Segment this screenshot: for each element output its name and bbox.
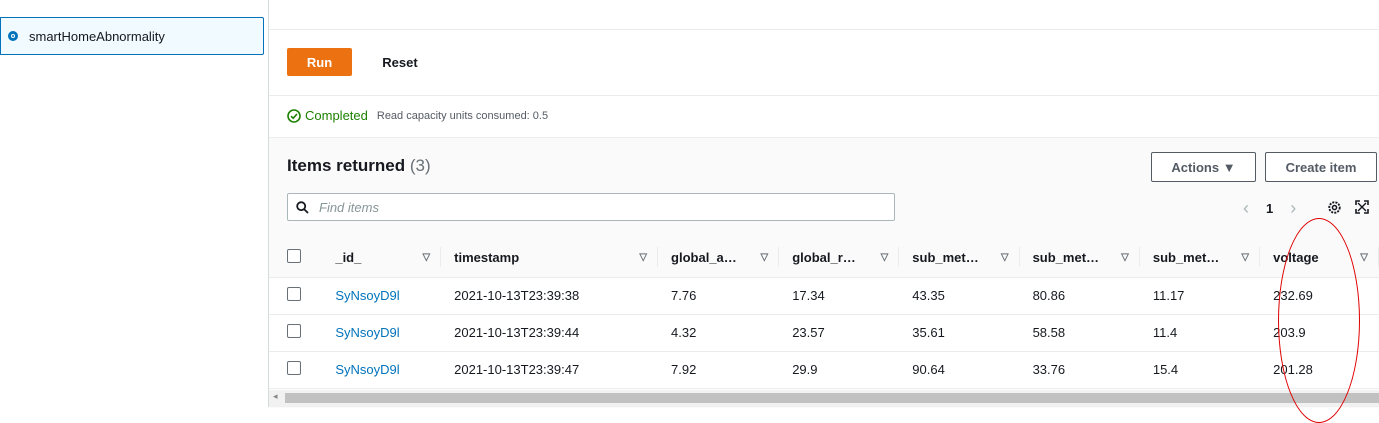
global-r-cell: 17.34: [779, 277, 900, 315]
global-a-cell: 7.76: [658, 277, 780, 315]
id-cell: SyNsoyD9l: [322, 351, 442, 389]
chevron-left-icon[interactable]: ‹: [1238, 198, 1254, 219]
item-id-link[interactable]: SyNsoyD9l: [335, 325, 399, 340]
pagination: ‹ 1 ›: [1238, 198, 1301, 219]
sort-caret-icon[interactable]: ▽: [1360, 252, 1368, 263]
sort-caret-icon[interactable]: ▽: [1241, 252, 1249, 263]
expand-icon[interactable]: [1355, 200, 1369, 214]
voltage-cell: 203.9: [1260, 314, 1379, 352]
sub-met-3-cell: 15.4: [1139, 351, 1261, 389]
status-indicator: Completed Read capacity units consumed: …: [287, 108, 548, 123]
sub-met-1-cell: 35.61: [899, 314, 1020, 352]
column-header-label: timestamp: [454, 249, 520, 265]
sort-caret-icon[interactable]: ▽: [1121, 252, 1129, 263]
sub-met-2-cell: 33.76: [1019, 351, 1140, 389]
horizontal-scrollbar[interactable]: ◂: [269, 390, 1379, 407]
column-header-id[interactable]: _id_ ▽: [322, 238, 442, 278]
run-button[interactable]: Run: [287, 48, 352, 76]
column-header-label: sub_met…: [1032, 249, 1100, 265]
sub-met-2-cell: 80.86: [1019, 277, 1140, 315]
sort-caret-icon[interactable]: ▽: [881, 252, 889, 263]
actions-button[interactable]: Actions ▼: [1151, 152, 1256, 182]
global-r-cell: 23.57: [779, 314, 900, 352]
page-number[interactable]: 1: [1266, 201, 1273, 216]
voltage-cell: 232.69: [1260, 277, 1379, 315]
sort-caret-icon[interactable]: ▽: [761, 252, 769, 263]
search-input[interactable]: [317, 198, 881, 216]
search-icon: [296, 200, 309, 214]
sub-met-3-cell: 11.4: [1139, 314, 1261, 352]
column-header-sub-met-1[interactable]: sub_met… ▽: [899, 238, 1020, 278]
table-row[interactable]: SyNsoyD9l 2021-10-13T23:39:38 7.76 17.34…: [269, 277, 1379, 315]
search-box: [287, 193, 895, 221]
scroll-left-icon[interactable]: ◂: [273, 391, 278, 402]
row-checkbox[interactable]: [287, 287, 301, 301]
select-all-checkbox[interactable]: [287, 248, 301, 263]
column-header-label: _id_: [335, 249, 362, 265]
row-select-cell: [269, 277, 323, 315]
sub-met-1-cell: 90.64: [899, 351, 1020, 389]
divider: [269, 29, 1379, 30]
items-title-text: Items returned: [287, 156, 406, 175]
table-list-panel: smartHomeAbnormality: [0, 0, 268, 407]
column-header-voltage[interactable]: voltage ▽: [1260, 238, 1379, 278]
global-a-cell: 4.32: [658, 314, 780, 352]
reset-button[interactable]: Reset: [370, 48, 430, 76]
sort-caret-icon[interactable]: ▽: [422, 252, 430, 263]
select-all-cell: [269, 238, 323, 278]
column-header-global-r[interactable]: global_r… ▽: [779, 238, 900, 278]
column-header-label: sub_met…: [1152, 249, 1220, 265]
voltage-cell: 201.28: [1260, 351, 1379, 389]
create-item-button[interactable]: Create item: [1265, 152, 1377, 182]
radio-selected-icon[interactable]: [8, 31, 18, 41]
sort-caret-icon[interactable]: ▽: [1001, 252, 1009, 263]
timestamp-cell: 2021-10-13T23:39:44: [441, 314, 659, 352]
items-table: _id_ ▽ timestamp ▽ global_a… ▽ global_r… ▽ s…: [269, 238, 1379, 390]
row-select-cell: [269, 314, 323, 352]
sort-caret-icon[interactable]: ▽: [639, 252, 647, 263]
sub-met-3-cell: 11.17: [1139, 277, 1261, 315]
status-label: Completed: [305, 108, 368, 123]
global-r-cell: 29.9: [779, 351, 900, 389]
column-header-timestamp[interactable]: timestamp ▽: [441, 238, 659, 278]
item-id-link[interactable]: SyNsoyD9l: [335, 288, 399, 303]
divider: [269, 95, 1379, 96]
status-detail: Read capacity units consumed: 0.5: [376, 109, 549, 122]
row-select-cell: [269, 351, 323, 389]
id-cell: SyNsoyD9l: [322, 314, 442, 352]
settings-icon[interactable]: [1327, 200, 1342, 215]
global-a-cell: 7.92: [658, 351, 780, 389]
timestamp-cell: 2021-10-13T23:39:47: [441, 351, 659, 389]
table-row[interactable]: SyNsoyD9l 2021-10-13T23:39:44 4.32 23.57…: [269, 314, 1379, 352]
column-header-sub-met-3[interactable]: sub_met… ▽: [1139, 238, 1261, 278]
table-option-label: smartHomeAbnormality: [29, 28, 165, 44]
column-header-label: voltage: [1273, 249, 1319, 265]
chevron-right-icon[interactable]: ›: [1285, 198, 1301, 219]
column-header-global-a[interactable]: global_a… ▽: [658, 238, 780, 278]
column-header-sub-met-2[interactable]: sub_met… ▽: [1019, 238, 1140, 278]
table-option-smarthomeabnormality[interactable]: smartHomeAbnormality: [0, 17, 264, 55]
row-checkbox[interactable]: [287, 324, 301, 338]
items-title: Items returned (3): [287, 156, 431, 176]
column-header-label: global_a…: [671, 249, 737, 265]
items-count: (3): [409, 156, 431, 175]
column-header-label: sub_met…: [912, 249, 979, 265]
sub-met-1-cell: 43.35: [899, 277, 1020, 315]
timestamp-cell: 2021-10-13T23:39:38: [441, 277, 659, 315]
item-id-link[interactable]: SyNsoyD9l: [335, 362, 399, 377]
check-circle-icon: [287, 108, 301, 123]
table-header-row: _id_ ▽ timestamp ▽ global_a… ▽ global_r… ▽ s…: [269, 238, 1379, 278]
sub-met-2-cell: 58.58: [1019, 314, 1140, 352]
row-checkbox[interactable]: [287, 361, 301, 375]
column-header-label: global_r…: [792, 249, 856, 265]
scrollbar-thumb[interactable]: [285, 393, 1379, 403]
table-row[interactable]: SyNsoyD9l 2021-10-13T23:39:47 7.92 29.9 …: [269, 351, 1379, 389]
id-cell: SyNsoyD9l: [322, 277, 442, 315]
